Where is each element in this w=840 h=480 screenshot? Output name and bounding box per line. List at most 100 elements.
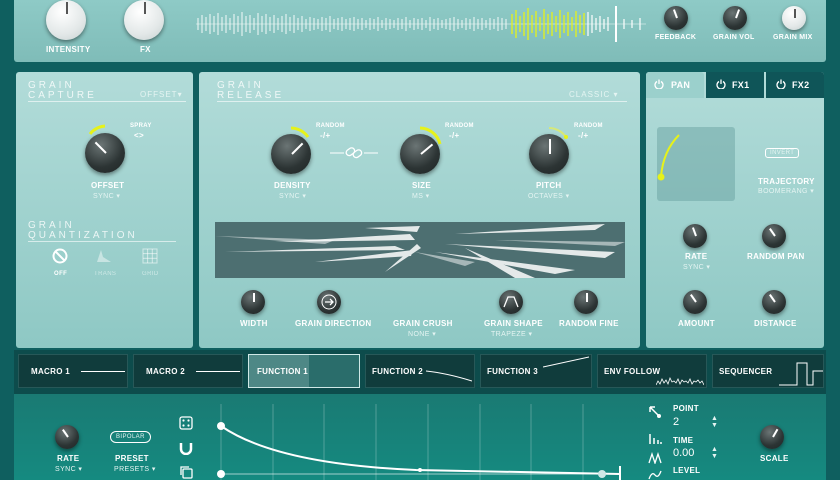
prohibit-icon[interactable]: [52, 248, 68, 264]
random-pan-label: RANDOM PAN: [747, 252, 805, 261]
pan-rate-knob[interactable]: [683, 224, 707, 248]
release-title-line2: RELEASE: [217, 90, 285, 101]
dice-icon[interactable]: [179, 416, 193, 430]
waveform-display[interactable]: [196, 6, 646, 42]
time-value[interactable]: 0.00: [673, 447, 694, 459]
power-icon: [776, 79, 786, 89]
grain-shape-sub: TRAPEZE: [491, 331, 527, 338]
spray-value[interactable]: <>: [134, 131, 144, 140]
fx-label: FX: [140, 45, 151, 54]
feedback-knob[interactable]: [664, 6, 688, 30]
tab-macro-1-label: MACRO 1: [31, 367, 70, 376]
tab-fx2-label: FX2: [792, 80, 810, 90]
tab-function-2[interactable]: FUNCTION 2: [365, 354, 475, 388]
distance-knob[interactable]: [762, 290, 786, 314]
point-label: POINT: [673, 404, 699, 413]
density-knob[interactable]: [271, 134, 311, 174]
release-title-rule: [217, 101, 627, 102]
dropdown-caret-icon: ▾: [425, 193, 430, 200]
offset-knob[interactable]: [85, 133, 125, 173]
function-envelope-editor[interactable]: [216, 404, 632, 480]
trapeze-shape-icon: [503, 296, 519, 308]
capture-mode-dropdown[interactable]: OFFSET▾: [140, 90, 183, 99]
release-mode-value: CLASSIC: [569, 90, 611, 99]
bipolar-button[interactable]: BIPOLAR: [110, 431, 151, 443]
dropdown-caret-icon: ▾: [116, 193, 121, 200]
tab-function-3[interactable]: FUNCTION 3: [480, 354, 592, 388]
amount-knob[interactable]: [683, 290, 707, 314]
function-rate-knob[interactable]: [55, 425, 79, 449]
grain-crush-dropdown[interactable]: NONE ▾: [408, 330, 436, 338]
release-mode-dropdown[interactable]: CLASSIC ▾: [569, 90, 618, 99]
quantization-option-trans[interactable]: TRANS: [94, 271, 116, 277]
grid-icon[interactable]: [142, 248, 158, 264]
grain-shape-dropdown[interactable]: TRAPEZE ▾: [491, 330, 532, 338]
dropdown-caret-icon: ▾: [302, 193, 307, 200]
scale-knob[interactable]: [760, 425, 784, 449]
dropdown-caret-icon: ▾: [151, 466, 156, 473]
density-random-value[interactable]: -/+: [320, 131, 330, 140]
quantization-title-line2: QUANTIZATION: [28, 230, 138, 241]
size-random-value[interactable]: -/+: [449, 131, 459, 140]
grain-direction-knob[interactable]: [317, 290, 341, 314]
point-stepper-icon[interactable]: ▲ ▼: [711, 415, 718, 429]
tab-function-1-label: FUNCTION 1: [257, 367, 308, 376]
grain-vol-knob[interactable]: [723, 6, 747, 30]
tab-pan-label: PAN: [671, 80, 691, 90]
link-icon[interactable]: [330, 146, 378, 160]
offset-sub: SYNC: [93, 193, 115, 200]
pan-rate-dropdown[interactable]: SYNC ▾: [683, 263, 710, 271]
point-value[interactable]: 2: [673, 416, 679, 428]
pitch-random-value[interactable]: -/+: [578, 131, 588, 140]
function-2-preview: [426, 370, 472, 382]
macro-2-preview: [196, 371, 240, 372]
sequencer-preview: [779, 362, 823, 386]
trajectory-pad[interactable]: [657, 127, 735, 201]
tab-macro-2-label: MACRO 2: [146, 367, 185, 376]
size-ms-dropdown[interactable]: MS ▾: [412, 192, 430, 200]
tab-macro-1[interactable]: MACRO 1: [18, 354, 128, 388]
preset-dropdown[interactable]: PRESETS ▾: [114, 465, 156, 473]
density-sync-dropdown[interactable]: SYNC ▾: [279, 192, 306, 200]
pitch-label: PITCH: [536, 181, 562, 190]
dropdown-caret-icon: ▾: [613, 90, 619, 99]
pan-rate-sub: SYNC: [683, 264, 705, 271]
random-pan-knob[interactable]: [762, 224, 786, 248]
density-label: DENSITY: [274, 181, 311, 190]
pitch-octaves-dropdown[interactable]: OCTAVES ▾: [528, 192, 570, 200]
offset-label: OFFSET: [91, 181, 125, 190]
quantization-option-grid[interactable]: GRID: [142, 271, 159, 277]
intensity-label: INTENSITY: [46, 45, 91, 54]
tab-function-1[interactable]: FUNCTION 1: [248, 354, 360, 388]
quantization-option-off[interactable]: OFF: [54, 271, 67, 277]
function-rate-label: RATE: [57, 454, 80, 463]
waveform-small-icon: [648, 470, 662, 480]
size-knob[interactable]: [400, 134, 440, 174]
function-rate-dropdown[interactable]: SYNC ▾: [55, 465, 82, 473]
size-random-label: RANDOM: [445, 123, 474, 129]
fx-knob[interactable]: [124, 0, 164, 40]
transient-icon[interactable]: [96, 248, 112, 264]
random-fine-knob[interactable]: [574, 290, 598, 314]
grain-shape-knob[interactable]: [499, 290, 523, 314]
capture-title-line2: CAPTURE: [28, 90, 97, 101]
invert-button[interactable]: INVERT: [765, 148, 800, 158]
pitch-knob[interactable]: [529, 134, 569, 174]
function-rate-sub: SYNC: [55, 466, 77, 473]
offset-sync-dropdown[interactable]: SYNC ▾: [93, 192, 120, 200]
dropdown-caret-icon: ▾: [565, 193, 570, 200]
tab-sequencer[interactable]: SEQUENCER: [712, 354, 824, 388]
tab-macro-2[interactable]: MACRO 2: [133, 354, 243, 388]
magnet-icon[interactable]: [179, 441, 193, 455]
zigzag-icon: [648, 452, 662, 464]
intensity-knob[interactable]: [46, 0, 86, 40]
tab-env-follow[interactable]: ENV FOLLOW: [597, 354, 707, 388]
tab-env-follow-label: ENV FOLLOW: [604, 367, 661, 376]
trajectory-dropdown[interactable]: BOOMERANG ▾: [758, 187, 814, 195]
bars-icon: [649, 434, 662, 444]
time-stepper-icon[interactable]: ▲ ▼: [711, 446, 718, 460]
width-knob[interactable]: [241, 290, 265, 314]
pitch-sub: OCTAVES: [528, 193, 564, 200]
copy-icon[interactable]: [179, 465, 193, 479]
grain-mix-knob[interactable]: [782, 6, 806, 30]
